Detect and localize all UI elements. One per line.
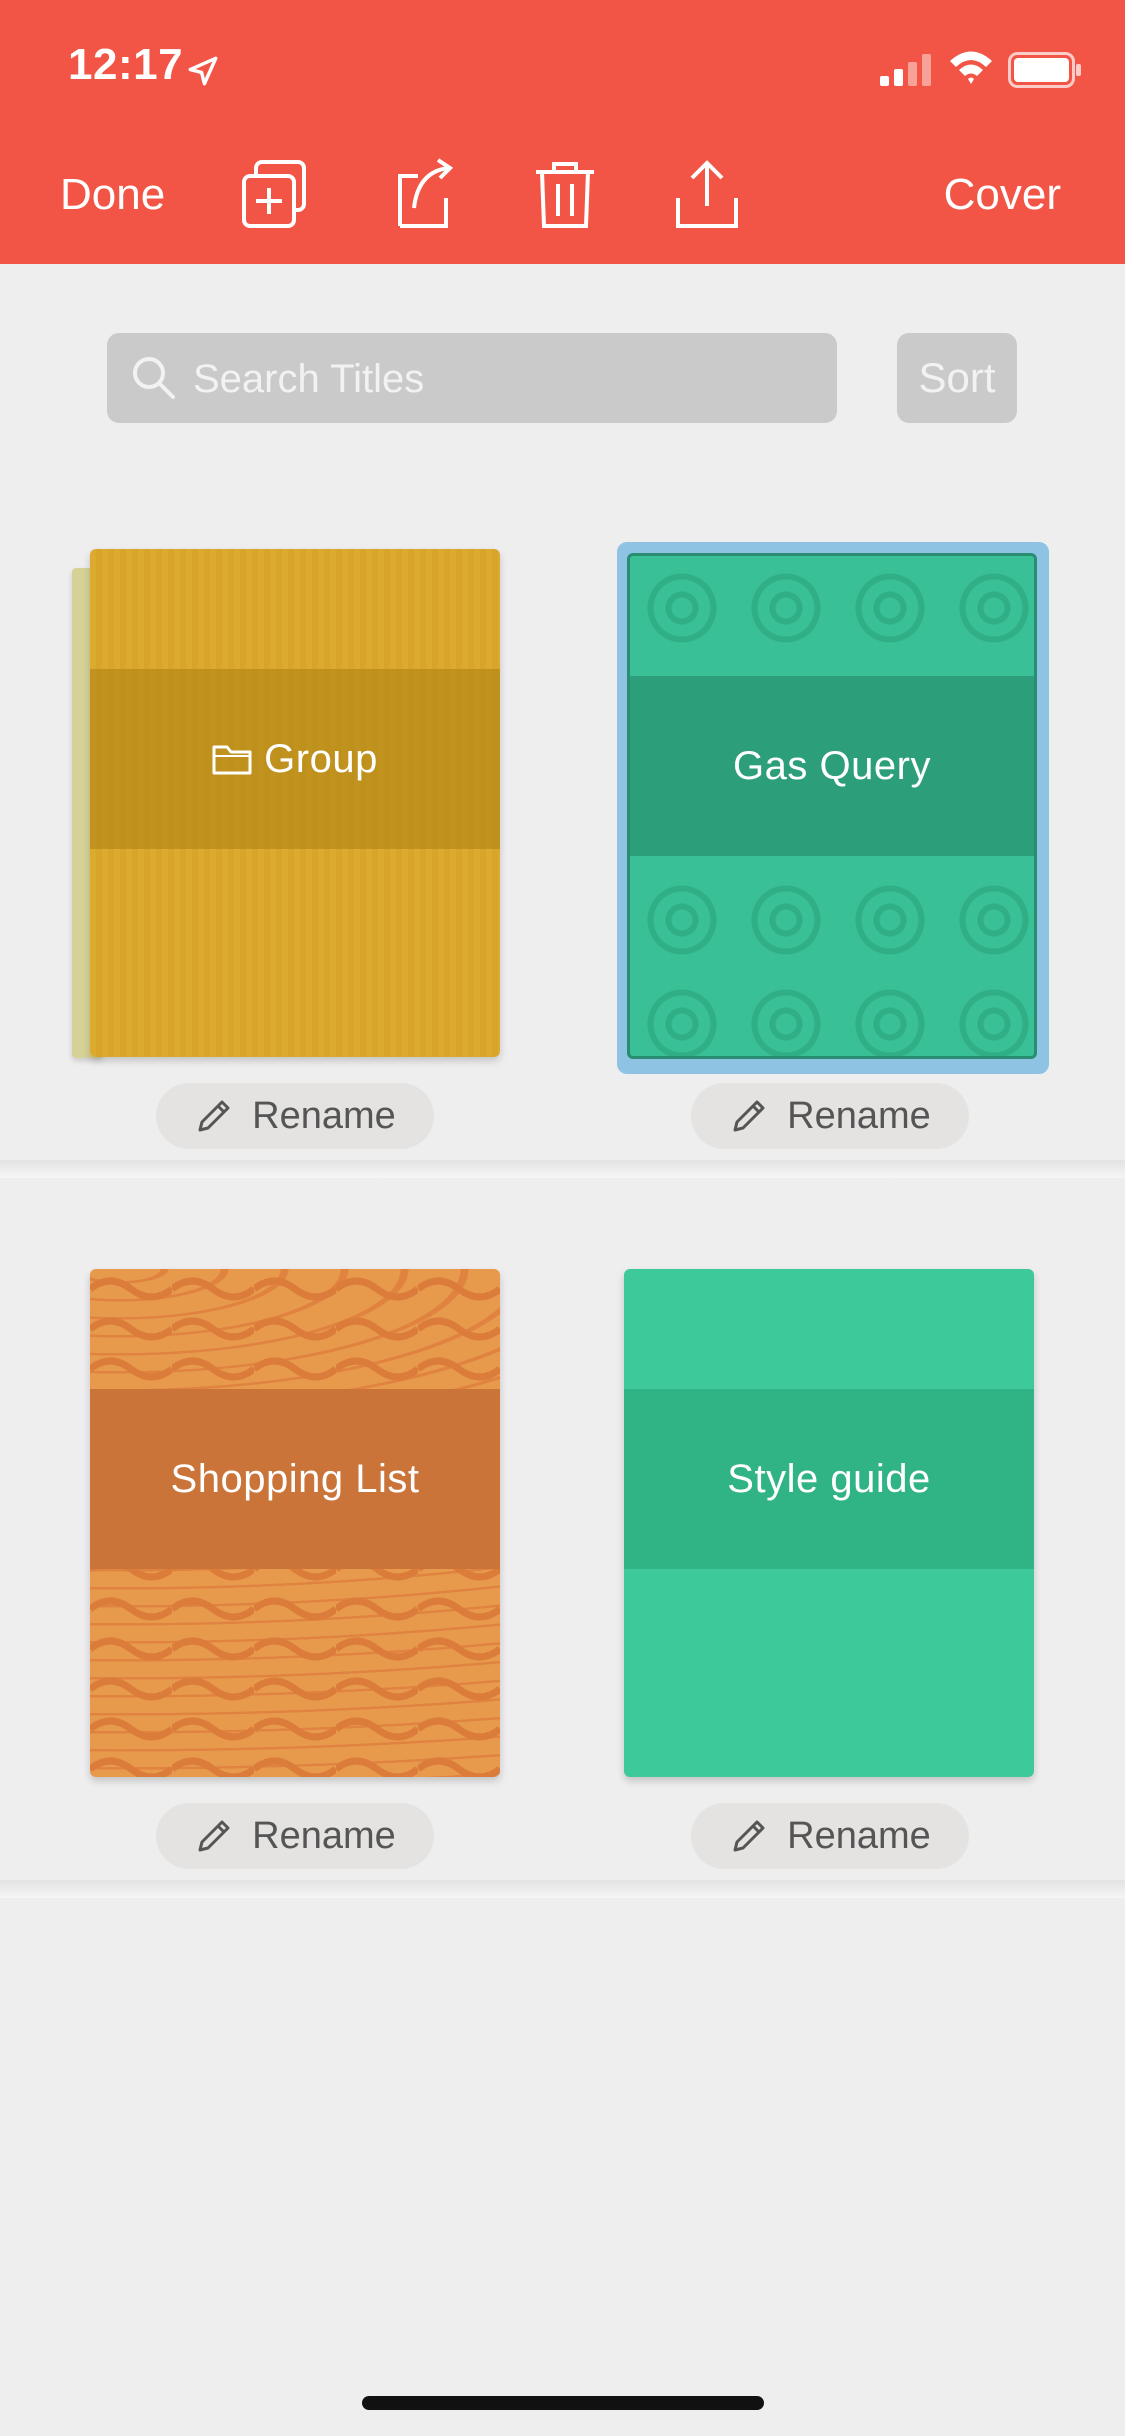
sort-button[interactable]: Sort [897, 333, 1017, 423]
shelf-divider [0, 1880, 1125, 1898]
item-title-band: Group [90, 669, 500, 849]
rename-label: Rename [787, 1814, 931, 1857]
item-title-band: Shopping List [90, 1389, 500, 1569]
status-time: 12:17 [68, 40, 184, 89]
item-title: Style guide [727, 1456, 931, 1501]
move-icon[interactable] [388, 158, 458, 230]
rename-label: Rename [787, 1094, 931, 1137]
rename-button[interactable]: Rename [156, 1083, 434, 1149]
rename-button[interactable]: Rename [156, 1803, 434, 1869]
cover-button[interactable]: Cover [944, 170, 1061, 220]
rename-label: Rename [252, 1094, 396, 1137]
item-title-band: Style guide [624, 1389, 1034, 1569]
pencil-icon [733, 1100, 765, 1132]
folder-icon [212, 745, 252, 775]
item-title-band: Gas Query [630, 676, 1034, 856]
share-icon[interactable] [672, 158, 742, 230]
search-bar[interactable] [107, 333, 837, 425]
pencil-icon [733, 1820, 765, 1852]
item-card-gas-query[interactable]: Gas Query [627, 553, 1037, 1059]
cellular-signal-icon [880, 54, 931, 86]
pencil-icon [198, 1100, 230, 1132]
done-button[interactable]: Done [60, 170, 165, 220]
trash-icon[interactable] [530, 158, 600, 230]
home-indicator[interactable] [362, 2396, 764, 2410]
rename-label: Rename [252, 1814, 396, 1857]
rename-button[interactable]: Rename [691, 1083, 969, 1149]
location-arrow-icon [188, 56, 218, 86]
wifi-icon [950, 51, 992, 84]
rename-button[interactable]: Rename [691, 1803, 969, 1869]
item-title: Shopping List [170, 1456, 420, 1501]
pencil-icon [198, 1820, 230, 1852]
header: 12:17 Done Cover [0, 0, 1125, 264]
item-title: Gas Query [733, 743, 931, 788]
screen: 12:17 Done Cover Search Titles Sort Grou… [0, 0, 1125, 2436]
shelf-divider [0, 1160, 1125, 1178]
search-input[interactable] [191, 333, 815, 425]
item-card-group[interactable]: Group [90, 549, 500, 1057]
item-card-style-guide[interactable]: Style guide [624, 1269, 1034, 1777]
item-card-shopping-list[interactable]: Shopping List [90, 1269, 500, 1777]
battery-icon [1008, 52, 1081, 88]
search-icon [133, 357, 175, 399]
item-title: Group [264, 736, 378, 781]
duplicate-icon[interactable] [240, 158, 310, 230]
